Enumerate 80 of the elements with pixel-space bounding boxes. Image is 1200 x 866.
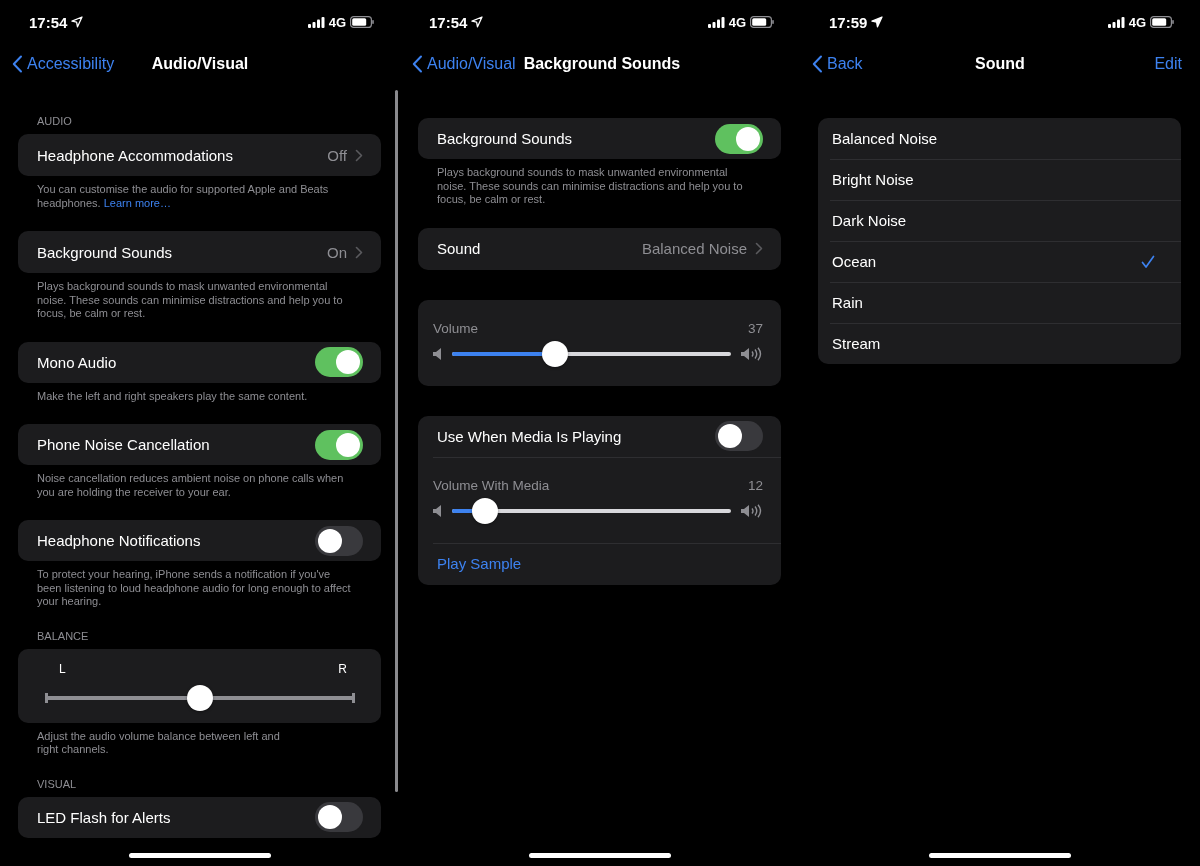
- speaker-low-icon: [433, 505, 442, 517]
- back-chevron-icon: [812, 55, 823, 73]
- nav-title: Audio/Visual: [150, 55, 250, 73]
- network-label: 4G: [328, 14, 346, 30]
- speaker-high-icon: [741, 347, 763, 361]
- row-label: Headphone Notifications: [37, 532, 201, 549]
- status-time: 17:54: [429, 13, 468, 31]
- location-arrow-icon: [471, 16, 484, 28]
- sound-option[interactable]: Ocean: [818, 241, 1181, 282]
- battery-icon: [1150, 16, 1174, 28]
- status-time: 17:54: [29, 13, 68, 31]
- network-label: 4G: [728, 14, 746, 30]
- volume-reading: 37: [747, 321, 763, 336]
- nav-title: Background Sounds: [522, 55, 682, 73]
- toggle-switch[interactable]: [715, 421, 763, 451]
- battery-icon: [750, 16, 774, 28]
- row-value: Off: [327, 146, 347, 164]
- right-label: R: [338, 661, 347, 676]
- row-label: LED Flash for Alerts: [37, 808, 171, 826]
- footer-note: Adjust the audio volume balance between left and right channels.: [36, 729, 281, 757]
- back-chevron-icon: [12, 55, 23, 73]
- section-header: BALANCE: [37, 628, 90, 643]
- footer-note: Plays background sounds to mask unwanted environmental noise. These sounds can minimise distractions and help you to focus, be calm or rest.: [36, 280, 344, 321]
- toggle-switch[interactable]: [315, 525, 363, 556]
- row-label: Background Sounds: [437, 130, 573, 147]
- signal-icon: [1107, 16, 1125, 28]
- chevron-icon: [355, 148, 363, 162]
- footer-note: Noise cancellation reduces ambient noise on phone calls when you are holding the receiver to your ear.: [36, 472, 345, 499]
- row-label[interactable]: Sound: [437, 240, 481, 257]
- play-sample-link[interactable]: Play Sample: [437, 555, 522, 572]
- footer-note: Make the left and right speakers play the same content.: [36, 389, 309, 403]
- volume-slider[interactable]: [452, 497, 731, 525]
- speaker-low-icon: [433, 348, 442, 360]
- battery-icon: [350, 16, 374, 28]
- sound-option[interactable]: Bright Noise: [818, 159, 1181, 200]
- signal-icon: [307, 16, 325, 28]
- row-label[interactable]: Headphone Accommodations: [37, 146, 233, 164]
- slider-thumb[interactable]: [542, 341, 569, 367]
- slider-thumb[interactable]: [472, 498, 499, 524]
- nav-title: Sound: [974, 55, 1026, 73]
- footer-note: To protect your hearing, iPhone sends a notification if you've been listening to loud headphone audio for long enough to affect your hearing.: [36, 568, 352, 609]
- edit-button[interactable]: Edit: [1154, 55, 1188, 73]
- section-header: AUDIO: [37, 114, 73, 128]
- row-value: On: [327, 243, 347, 261]
- back-button[interactable]: Back: [812, 55, 863, 73]
- network-label: 4G: [1128, 14, 1146, 30]
- toggle-switch[interactable]: [315, 429, 363, 460]
- sound-option[interactable]: Rain: [818, 282, 1181, 323]
- learn-more-link[interactable]: Learn more…: [103, 196, 171, 209]
- volume-label: Volume With Media: [433, 478, 550, 493]
- section-header: VISUAL: [37, 776, 78, 791]
- back-chevron-icon: [412, 55, 423, 73]
- location-arrow-icon: [871, 16, 884, 28]
- speaker-high-icon: [741, 504, 763, 518]
- chevron-icon: [755, 242, 763, 255]
- row-label[interactable]: Background Sounds: [37, 243, 173, 261]
- toggle-switch[interactable]: [715, 123, 763, 154]
- row-label: Mono Audio: [37, 353, 117, 371]
- footer-note: Plays background sounds to mask unwanted environmental noise. These sounds can minimise distractions and help you to focus, be calm or rest.: [436, 166, 744, 207]
- back-button[interactable]: Accessibility: [12, 55, 115, 73]
- row-value: Balanced Noise: [641, 240, 747, 257]
- toggle-switch[interactable]: [315, 347, 363, 377]
- back-button[interactable]: Audio/Visual: [412, 55, 516, 73]
- chevron-icon: [355, 245, 363, 259]
- row-label: Use When Media Is Playing: [437, 427, 622, 445]
- sound-option[interactable]: Dark Noise: [818, 200, 1181, 241]
- status-time: 17:59: [829, 13, 868, 31]
- volume-reading: 12: [747, 478, 763, 493]
- balance-slider[interactable]: [45, 683, 355, 712]
- row-label: Phone Noise Cancellation: [37, 436, 210, 453]
- footer-note: You can customise the audio for supported Apple and Beats headphones. Learn more…: [36, 183, 330, 210]
- volume-slider[interactable]: [452, 340, 731, 368]
- signal-icon: [707, 16, 725, 28]
- sound-option[interactable]: Balanced Noise: [818, 118, 1181, 159]
- slider-thumb[interactable]: [187, 684, 213, 711]
- volume-label: Volume: [433, 321, 479, 336]
- left-label: L: [59, 661, 66, 676]
- sound-option[interactable]: Stream: [818, 323, 1181, 364]
- toggle-switch[interactable]: [315, 802, 363, 832]
- location-arrow-icon: [71, 16, 84, 28]
